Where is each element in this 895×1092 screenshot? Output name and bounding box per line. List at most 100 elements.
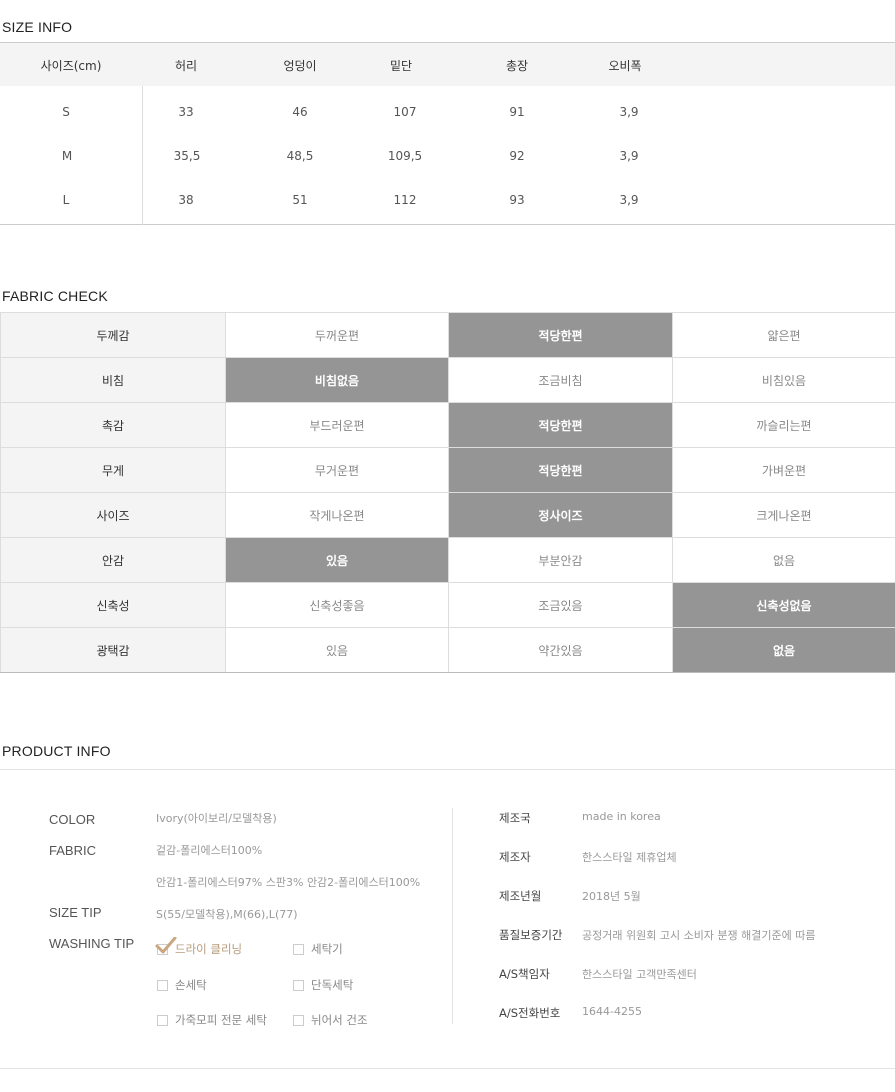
fabric-option: 조금비침: [448, 357, 673, 403]
fabric-check-row: 무게 무거운편 적당한편 가벼운편: [0, 447, 895, 493]
as-phone-label: A/S전화번호: [499, 1006, 561, 1020]
fabric-option-selected: 없음: [672, 627, 895, 673]
as-manager-label: A/S책임자: [499, 967, 550, 981]
manufacturer-label: 제조자: [499, 850, 531, 864]
size-cell: 112: [393, 193, 417, 207]
washing-option-separate-wash: 단독세탁: [293, 977, 353, 993]
fabric-option: 작게나온편: [225, 492, 449, 538]
washing-option-hand-wash: 손세탁: [157, 977, 207, 993]
manufacture-date-label: 제조년월: [499, 889, 542, 903]
fabric-check-row: 촉감 부드러운편 적당한편 까슬리는편: [0, 402, 895, 448]
fabric-label: FABRIC: [49, 843, 96, 858]
fabric-option: 가벼운편: [672, 447, 895, 493]
size-table-header: 사이즈(cm) 허리 엉덩이 밑단 총장 오비폭: [0, 43, 895, 86]
size-cell: 3,9: [619, 193, 639, 207]
washing-option-flat-dry: 뉘어서 건조: [293, 1012, 368, 1028]
size-cell: 91: [509, 105, 525, 119]
fabric-option: 까슬리는편: [672, 402, 895, 448]
fabric-option-selected: 있음: [225, 537, 449, 583]
fabric-check-label: 광택감: [0, 627, 226, 673]
fabric-check-label: 두께감: [0, 312, 226, 358]
warranty-value: 공정거래 위원회 고시 소비자 분쟁 해결기준에 따름: [582, 929, 816, 942]
fabric-option: 부분안감: [448, 537, 673, 583]
product-info-title: PRODUCT INFO: [2, 743, 111, 759]
fabric-option: 신축성좋음: [225, 582, 449, 628]
size-header-cell: 오비폭: [608, 59, 642, 73]
size-cell: 107: [393, 105, 417, 119]
size-cell: 48,5: [286, 149, 314, 163]
fabric-option-selected: 신축성없음: [672, 582, 895, 628]
size-cell: 3,9: [619, 105, 639, 119]
fabric-option: 약간있음: [448, 627, 673, 673]
color-label: COLOR: [49, 812, 96, 827]
size-header-cell: 총장: [505, 59, 529, 73]
fabric-option-selected: 적당한편: [448, 447, 673, 493]
fabric-check-row: 사이즈 작게나온편 정사이즈 크게나온편: [0, 492, 895, 538]
fabric-option: 비침있음: [672, 357, 895, 403]
fabric-check-row: 안감 있음 부분안감 없음: [0, 537, 895, 583]
fabric-option-selected: 적당한편: [448, 312, 673, 358]
size-info-title: SIZE INFO: [2, 19, 73, 35]
fabric-check-label: 촉감: [0, 402, 226, 448]
fabric-check-label: 안감: [0, 537, 226, 583]
fabric-option: 두꺼운편: [225, 312, 449, 358]
washing-option-label: 단독세탁: [311, 978, 354, 992]
washing-option-machine: 세탁기: [293, 941, 343, 957]
product-info-divider: [0, 769, 895, 770]
size-header-cell: 엉덩이: [283, 59, 317, 73]
fabric-check-label: 사이즈: [0, 492, 226, 538]
fabric-check-row: 광택감 있음 약간있음 없음: [0, 627, 895, 673]
as-manager-value: 한스스타일 고객만족센터: [582, 968, 697, 981]
washing-option-label: 가죽모피 전문 세탁: [175, 1013, 267, 1027]
fabric-option: 부드러운편: [225, 402, 449, 448]
fabric-check-label: 비침: [0, 357, 226, 403]
size-cell: 93: [509, 193, 525, 207]
fabric-option: 있음: [225, 627, 449, 673]
size-cell: M: [61, 149, 73, 163]
size-header-cell: 사이즈(cm): [40, 59, 102, 73]
fabric-option-selected: 정사이즈: [448, 492, 673, 538]
manufacturer-value: 한스스타일 제휴업체: [582, 851, 677, 864]
size-info-table: 사이즈(cm) 허리 엉덩이 밑단 총장 오비폭 S 33 46 107 91 …: [0, 42, 895, 225]
check-icon: [155, 936, 177, 953]
size-tip-value: S(55/모델착용),M(66),L(77): [156, 908, 298, 921]
fabric-lining-value: 안감1-폴리에스터97% 스판3% 안감2-폴리에스터100%: [156, 876, 421, 889]
size-cell: 38: [178, 193, 194, 207]
fabric-check-row: 두께감 두꺼운편 적당한편 얇은편: [0, 312, 895, 358]
fabric-option: 조금있음: [448, 582, 673, 628]
checkbox: [293, 979, 304, 991]
checkbox: [157, 1014, 168, 1026]
origin-label: 제조국: [499, 811, 531, 825]
size-cell: L: [62, 193, 70, 207]
as-phone-value: 1644-4255: [582, 1005, 642, 1018]
size-cell: 109,5: [387, 149, 423, 163]
bottom-divider: [0, 1068, 895, 1069]
fabric-option-selected: 비침없음: [225, 357, 449, 403]
fabric-check-table: 두께감 두꺼운편 적당한편 얇은편 비침 비침없음 조금비침 비침있음 촉감 부드러운편 적당한편 까…: [0, 312, 895, 673]
fabric-option: 얇은편: [672, 312, 895, 358]
fabric-check-row: 비침 비침없음 조금비침 비침있음: [0, 357, 895, 403]
manufacture-date-value: 2018년 5월: [582, 890, 641, 903]
washing-option-label: 뉘어서 건조: [311, 1013, 368, 1027]
washing-option-leather-fur: 가죽모피 전문 세탁: [157, 1012, 267, 1028]
size-cell: 51: [292, 193, 308, 207]
washing-option-dry-cleaning: 드라이 클리닝: [155, 936, 243, 957]
checkbox: [293, 943, 304, 955]
washing-option-label: 손세탁: [175, 978, 207, 992]
washing-tip-label: WASHING TIP: [49, 936, 135, 951]
fabric-option-selected: 적당한편: [448, 402, 673, 448]
color-value: Ivory(아이보리/모델착용): [156, 812, 277, 825]
fabric-option: 무거운편: [225, 447, 449, 493]
washing-option-label: 드라이 클리닝: [175, 942, 243, 956]
size-cell: 3,9: [619, 149, 639, 163]
size-cell: 35,5: [173, 149, 201, 163]
product-info-column-divider: [452, 808, 453, 1024]
size-tip-label: SIZE TIP: [49, 905, 102, 920]
size-header-cell: 밑단: [389, 59, 413, 73]
fabric-check-title: FABRIC CHECK: [2, 288, 108, 304]
checkbox-checked: [155, 936, 177, 955]
checkbox: [157, 979, 168, 991]
size-cell: 92: [509, 149, 525, 163]
fabric-value: 겉감-폴리에스터100%: [156, 844, 263, 857]
origin-value: made in korea: [582, 810, 661, 823]
